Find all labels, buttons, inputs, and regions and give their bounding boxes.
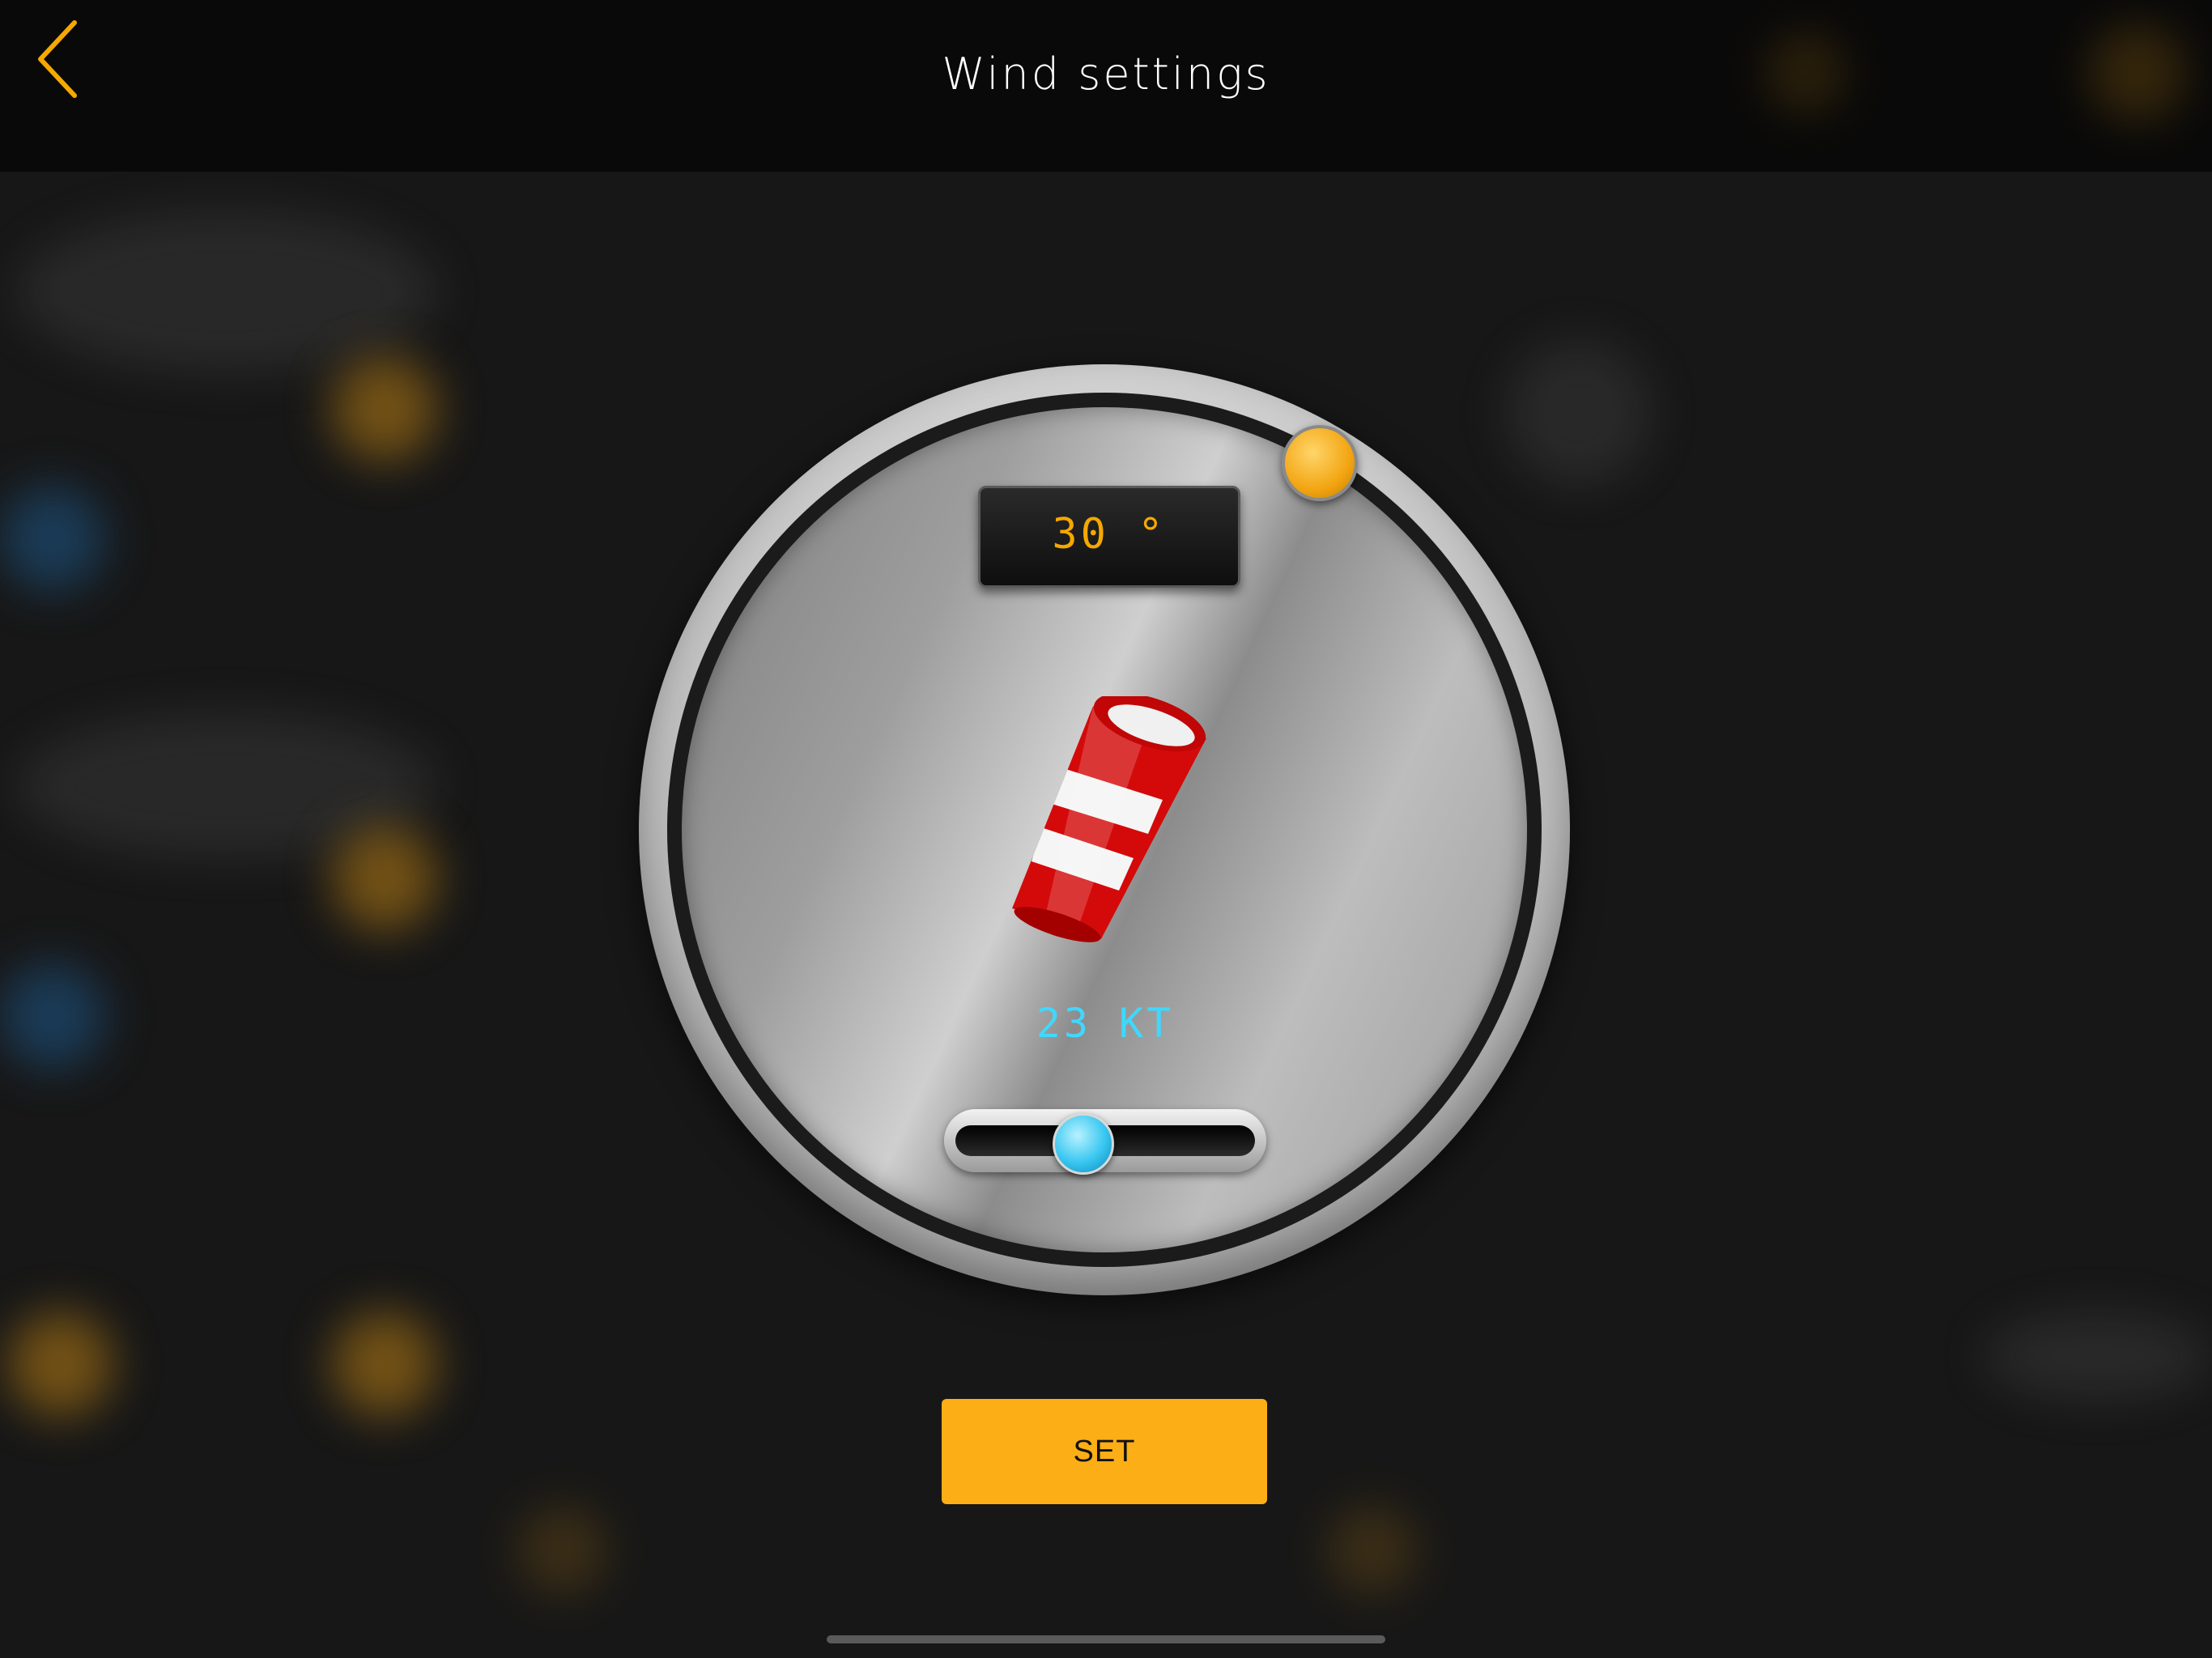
windsock-icon	[1012, 696, 1206, 942]
wind-speed-readout: 23 KT	[1036, 1000, 1175, 1047]
set-button[interactable]: SET	[942, 1399, 1267, 1504]
background-blur	[332, 1312, 437, 1417]
background-blur	[1984, 1312, 2210, 1401]
background-blur	[0, 963, 105, 1069]
page-title: Wind settings	[942, 49, 1270, 100]
background-blur	[16, 210, 437, 372]
home-indicator[interactable]	[827, 1635, 1385, 1643]
background-blur	[518, 1506, 607, 1595]
background-blur	[8, 1312, 113, 1417]
wind-direction-knob[interactable]	[1282, 425, 1358, 501]
wind-settings-screen: Wind settings 30 ° 23 KT SET	[0, 0, 2212, 1658]
background-blur	[1506, 340, 1652, 486]
background-blur	[1328, 1506, 1417, 1595]
wind-direction-readout: 30 °	[978, 486, 1240, 588]
background-blur	[332, 826, 437, 931]
top-bar: Wind settings	[0, 0, 2212, 172]
background-blur	[0, 486, 105, 591]
wind-speed-slider-thumb[interactable]	[1053, 1113, 1114, 1175]
background-blur	[332, 356, 437, 461]
